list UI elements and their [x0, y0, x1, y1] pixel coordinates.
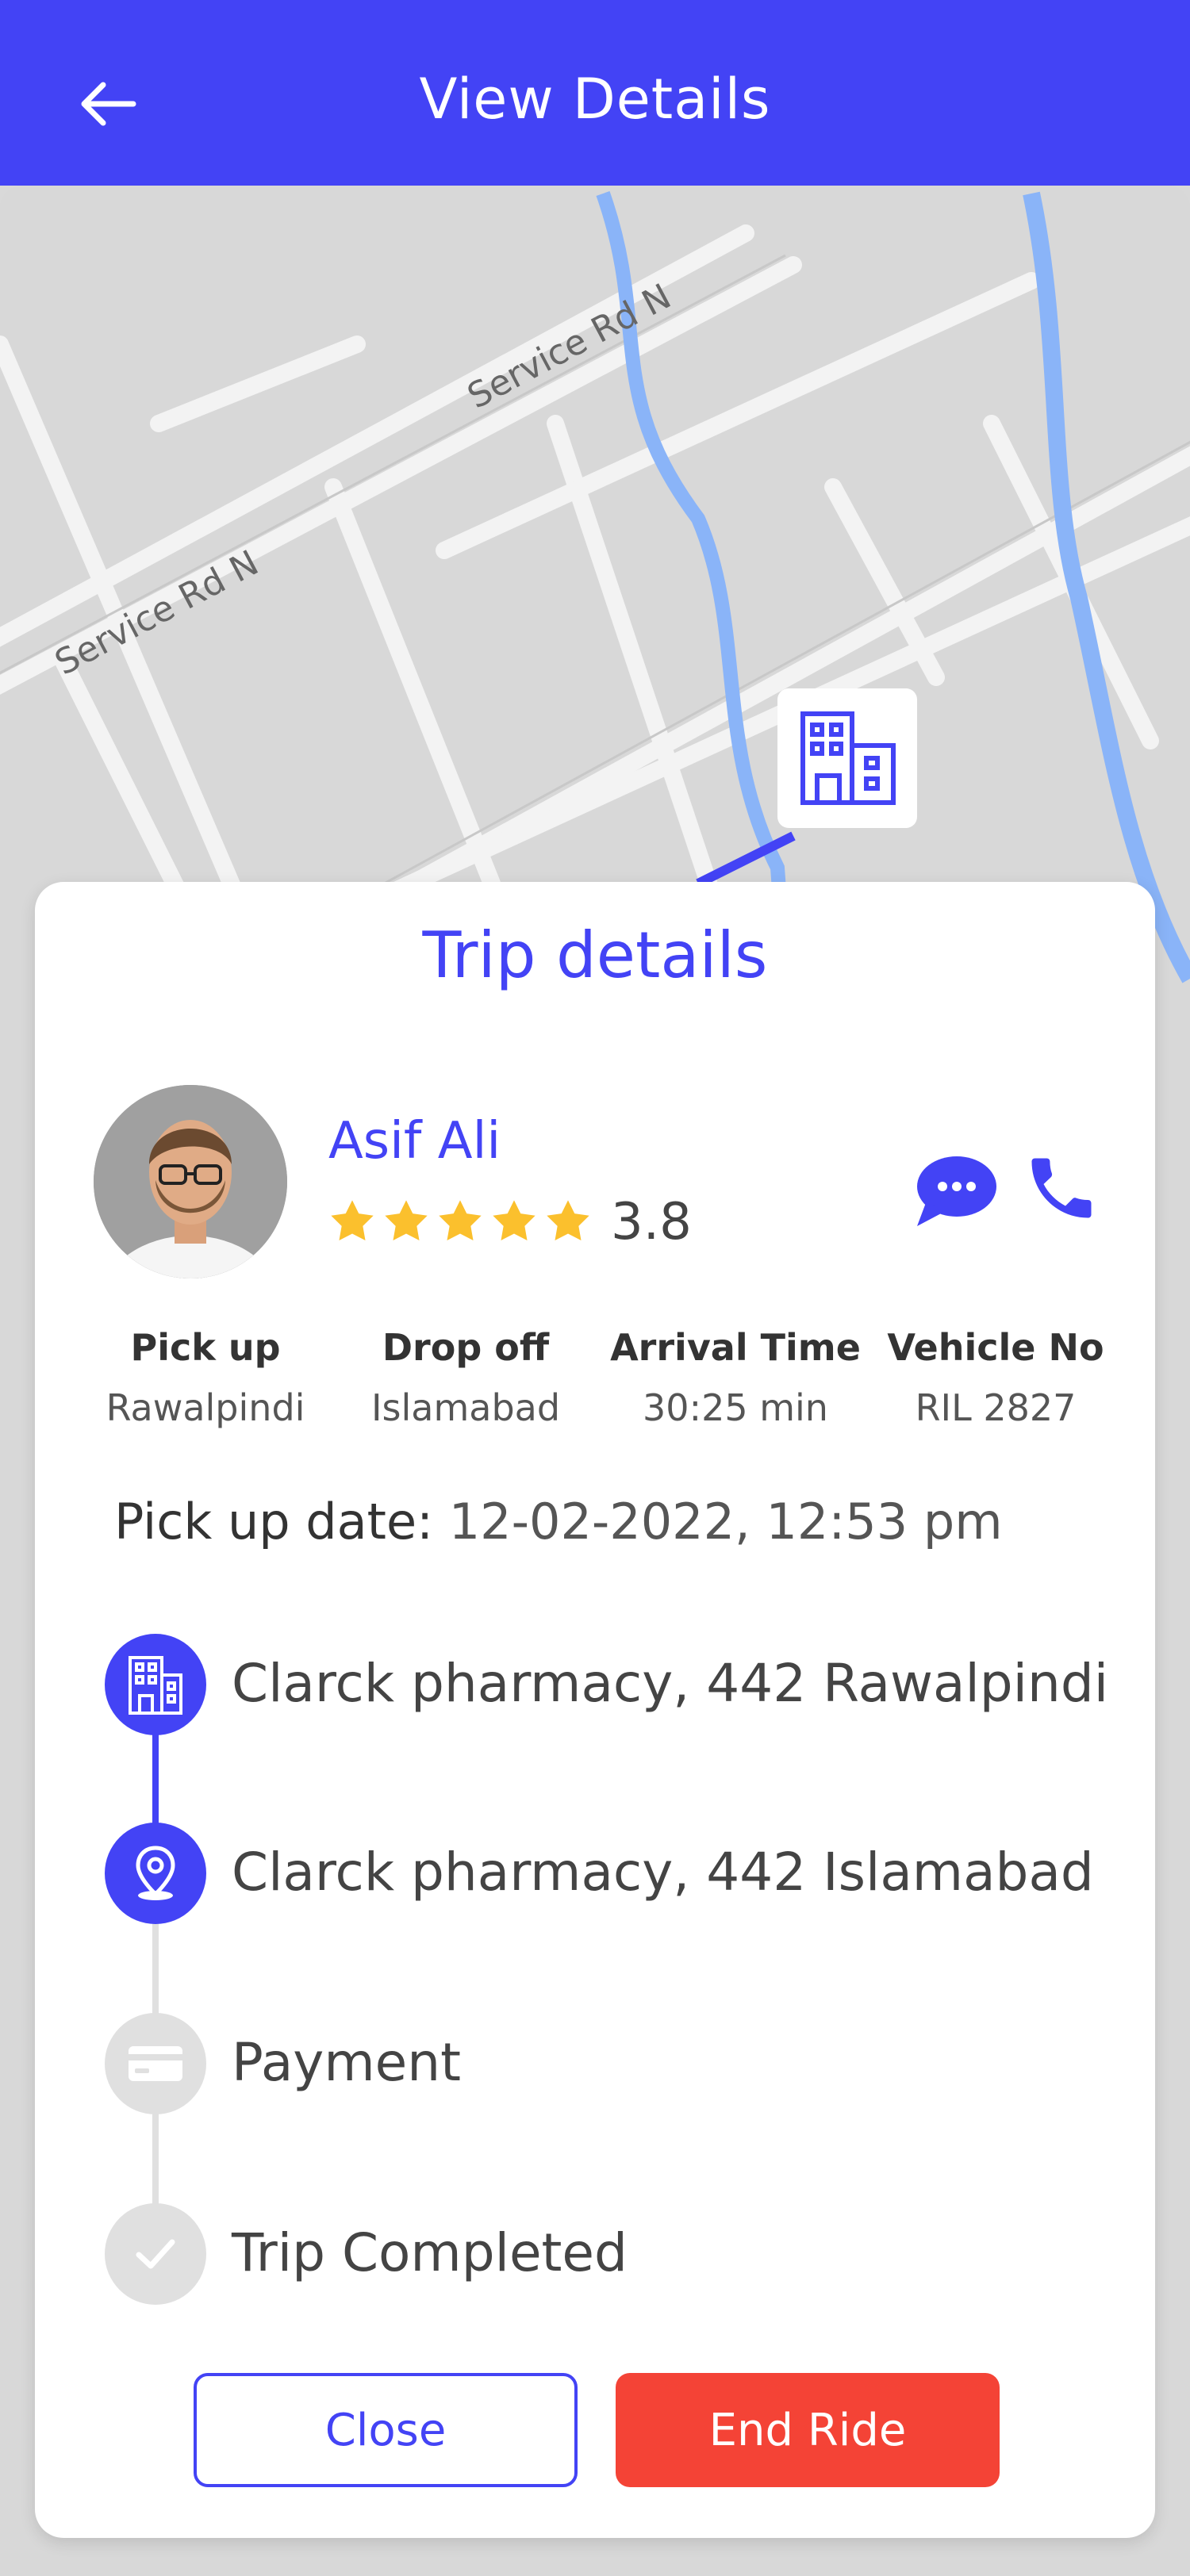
app-header: View Details [0, 0, 1190, 186]
location-pin-icon [136, 1846, 175, 1900]
star-icon [439, 1200, 482, 1240]
pickup-date-value: 12-02-2022, 12:53 pm [448, 1493, 1003, 1551]
star-icon [385, 1200, 428, 1240]
info-value: Rawalpindi [106, 1386, 305, 1429]
step-payment-text: Payment [232, 2032, 461, 2093]
map-destination-marker[interactable] [777, 688, 917, 828]
card-title: Trip details [422, 918, 768, 992]
trip-details-card: Trip details Asif Ali 3.8 Pick up Rawalp… [35, 882, 1155, 2538]
pickup-date-label: Pick up date: [114, 1493, 434, 1551]
step-origin-text: Clarck pharmacy, 442 Rawalpindi [232, 1653, 1109, 1714]
chat-button[interactable] [912, 1152, 1000, 1231]
info-label: Drop off [382, 1326, 550, 1369]
info-dropoff: Drop off Islamabad [335, 1326, 597, 1429]
pickup-date: Pick up date: 12-02-2022, 12:53 pm [114, 1493, 1003, 1551]
info-value: 30:25 min [643, 1386, 828, 1429]
step-destination [105, 1823, 206, 1924]
credit-card-icon [129, 2046, 182, 2081]
info-pickup: Pick up Rawalpindi [75, 1326, 336, 1429]
info-label: Arrival Time [610, 1326, 861, 1369]
step-destination-text: Clarck pharmacy, 442 Islamabad [232, 1842, 1094, 1903]
close-button[interactable]: Close [194, 2373, 578, 2487]
end-ride-button[interactable]: End Ride [616, 2373, 1000, 2487]
rating-stars [327, 1196, 593, 1247]
info-value: RIL 2827 [915, 1386, 1077, 1429]
step-completed-text: Trip Completed [232, 2222, 628, 2283]
info-label: Vehicle No [887, 1326, 1104, 1369]
info-arrival-time: Arrival Time 30:25 min [605, 1326, 866, 1429]
avatar [94, 1085, 287, 1278]
info-value: Islamabad [370, 1386, 561, 1429]
driver-name: Asif Ali [328, 1112, 501, 1171]
info-label: Pick up [130, 1326, 281, 1369]
phone-icon [1031, 1158, 1092, 1218]
chat-bubble-icon [917, 1156, 996, 1226]
page-title: View Details [419, 67, 771, 132]
info-vehicle-no: Vehicle No RIL 2827 [865, 1326, 1127, 1429]
star-icon [331, 1200, 374, 1240]
star-icon [547, 1200, 589, 1240]
building-icon [129, 1656, 182, 1715]
step-payment [105, 2013, 206, 2114]
call-button[interactable] [1022, 1148, 1101, 1228]
step-origin [105, 1634, 206, 1735]
step-completed [105, 2203, 206, 2305]
rating-value: 3.8 [611, 1193, 692, 1252]
checkmark-icon [136, 2239, 175, 2269]
star-icon [493, 1200, 536, 1240]
